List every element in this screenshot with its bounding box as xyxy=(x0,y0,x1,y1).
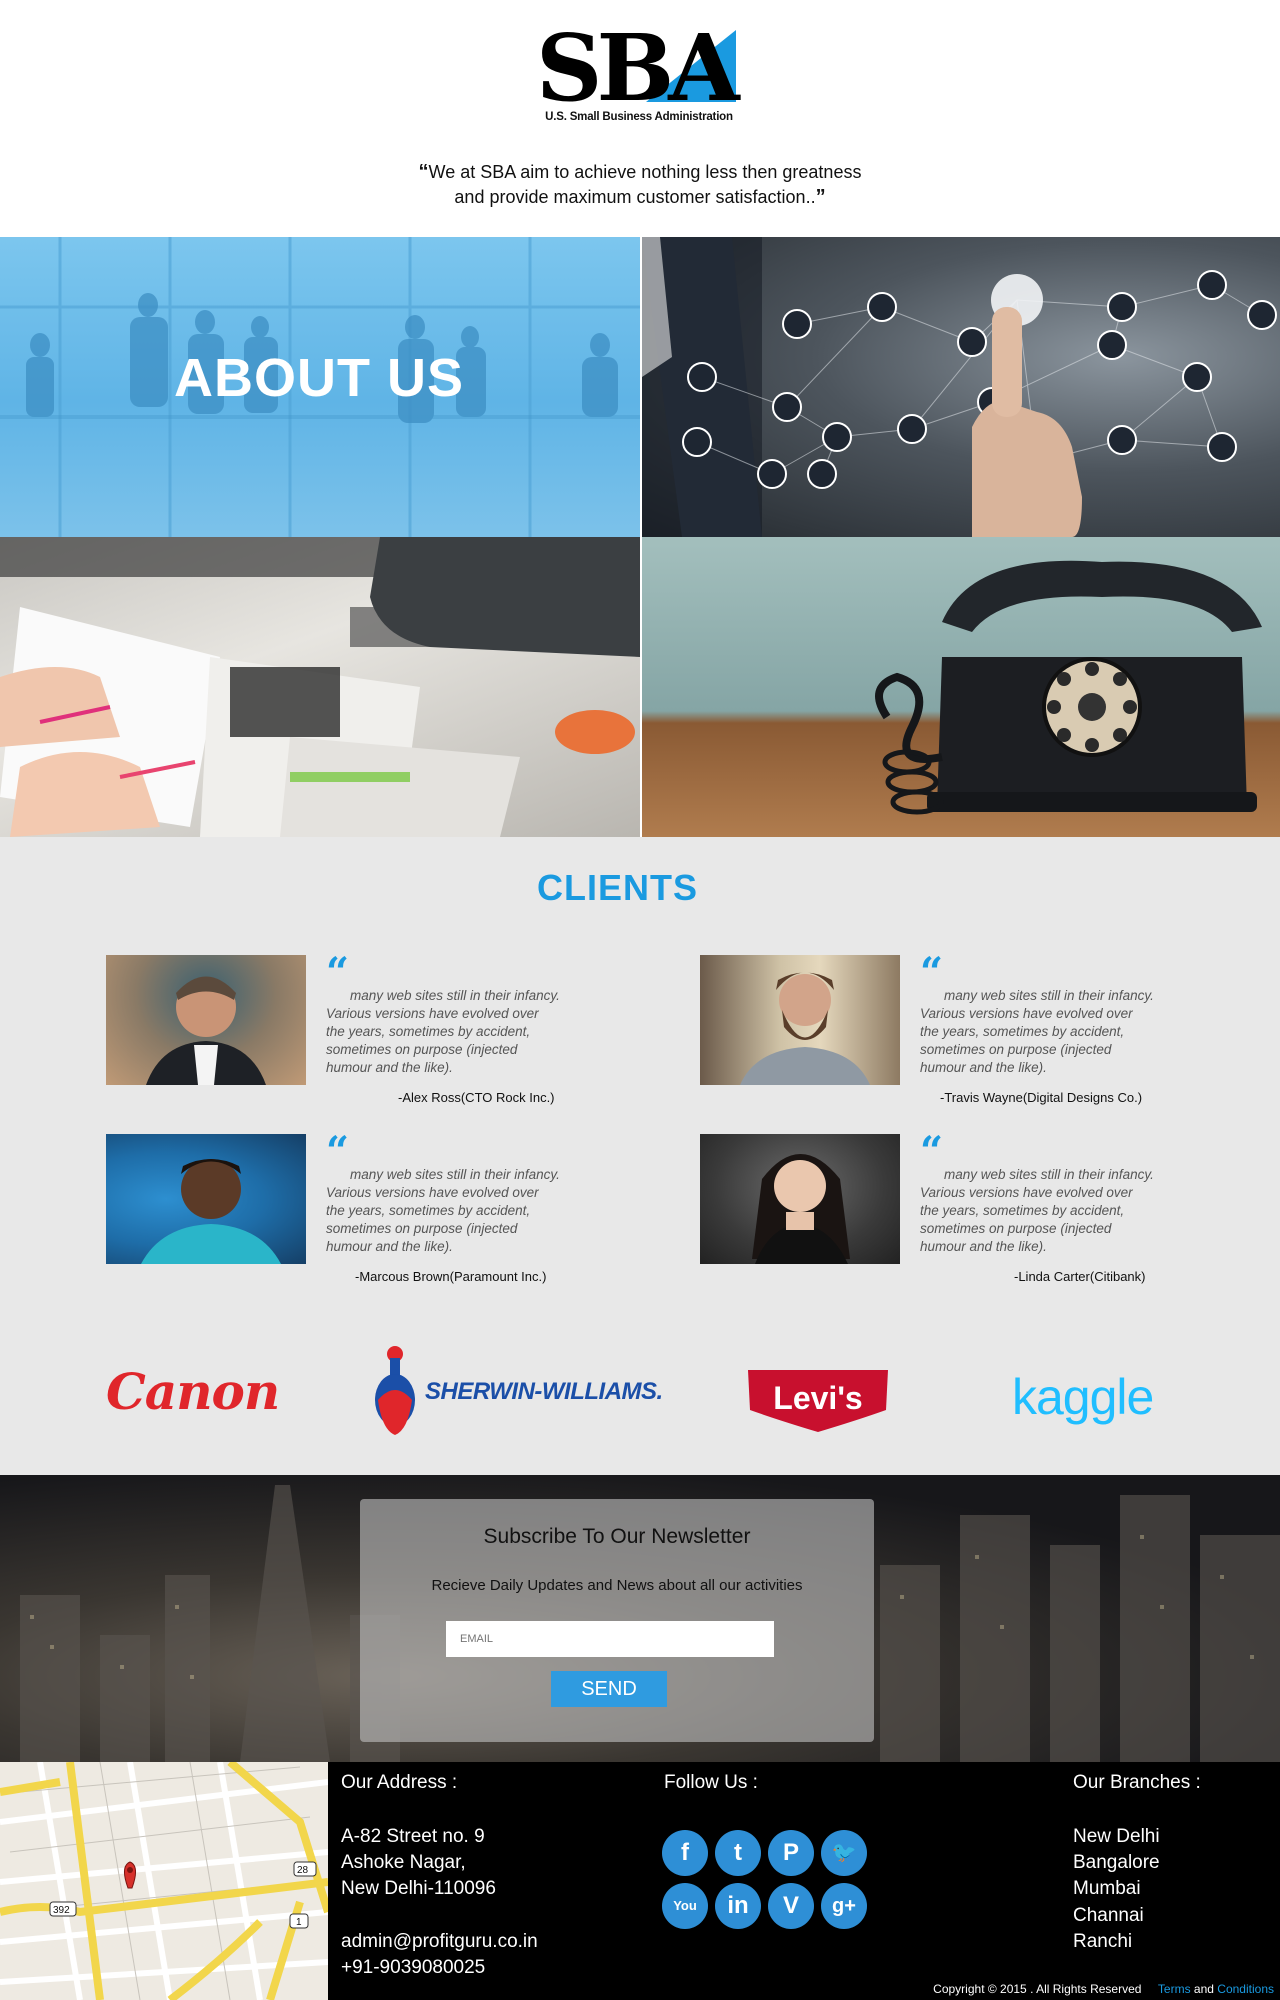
branch-item: New Delhi xyxy=(1073,1826,1160,1847)
testimonial-card: “ many web sites still in their infancy.… xyxy=(700,1132,1200,1284)
telephone-graphic xyxy=(875,560,1262,815)
sba-logo[interactable]: SBA U.S. Small Business Administration xyxy=(536,22,742,134)
client-photo-travis-wayne xyxy=(700,955,900,1085)
client-photo-alex-ross xyxy=(106,955,306,1085)
branch-item: Mumbai xyxy=(1073,1878,1141,1899)
address-line: New Delhi-110096 xyxy=(341,1878,496,1899)
newsletter-section: Subscribe To Our Newsletter Recieve Dail… xyxy=(0,1475,1280,1762)
contact-phone: +91-9039080025 xyxy=(341,1957,486,1978)
branch-item: Channai xyxy=(1073,1905,1144,1926)
sherwin-williams-wordmark: SHERWIN-WILLIAMS. xyxy=(425,1378,663,1405)
logo-subtitle: U.S. Small Business Administration xyxy=(545,111,733,123)
client-photo-linda-carter xyxy=(700,1134,900,1264)
sherwin-williams-logo[interactable]: SHERWIN-WILLIAMS. xyxy=(370,1340,663,1440)
pinterest-icon[interactable]: P xyxy=(768,1830,814,1876)
site-footer: 392 28 1 Our Address : A-82 Street no. 9… xyxy=(0,1762,1280,2000)
svg-text:SBA: SBA xyxy=(536,22,741,112)
terms-link[interactable]: Terms xyxy=(1158,1982,1191,1996)
testimonial-text: many web sites still in their infancy. V… xyxy=(920,988,1154,1075)
contact-email-link[interactable]: admin@profitguru.co.in xyxy=(341,1929,538,1955)
map-label: 28 xyxy=(297,1865,309,1876)
testimonial-card: “ many web sites still in their infancy.… xyxy=(106,953,606,1105)
site-header: SBA U.S. Small Business Administration “… xyxy=(0,0,1280,237)
testimonial-text: many web sites still in their infancy. V… xyxy=(326,988,560,1075)
testimonial-author: -Marcous Brown(Paramount Inc.) xyxy=(355,1269,547,1284)
address-line: Ashoke Nagar, xyxy=(341,1852,466,1873)
kaggle-logo[interactable]: kaggle xyxy=(1012,1368,1154,1426)
map-label: 1 xyxy=(296,1917,302,1928)
testimonial-card: “ many web sites still in their infancy.… xyxy=(700,953,1200,1105)
testimonial-text: many web sites still in their infancy. V… xyxy=(920,1167,1154,1254)
copyright-bar: Copyright © 2015 . All Rights Reserved T… xyxy=(933,1982,1274,1996)
about-us-title: ABOUT US xyxy=(174,348,464,408)
map-pin-icon xyxy=(124,1861,136,1889)
branch-item: Ranchi xyxy=(1073,1931,1133,1952)
street-map-graphic: 392 28 1 xyxy=(0,1762,328,2000)
newsletter-subtitle: Recieve Daily Updates and News about all… xyxy=(431,1577,803,1594)
address-line: A-82 Street no. 9 xyxy=(341,1826,485,1847)
email-input[interactable] xyxy=(446,1621,774,1657)
papers-graphic xyxy=(0,537,640,837)
facebook-icon[interactable]: f xyxy=(662,1830,708,1876)
testimonial-author: -Alex Ross(CTO Rock Inc.) xyxy=(398,1090,555,1105)
send-button[interactable]: SEND xyxy=(551,1671,667,1707)
meeting-papers-image xyxy=(0,537,640,837)
branch-item: Bangalore xyxy=(1073,1852,1160,1873)
sba-logo-mark: SBA xyxy=(536,22,742,112)
canon-logo[interactable]: Canon xyxy=(106,1362,280,1421)
vimeo-icon[interactable]: V xyxy=(768,1883,814,1929)
network-icons-graphic xyxy=(642,237,1277,537)
retro-telephone-image xyxy=(642,537,1280,837)
map-label: 392 xyxy=(53,1905,70,1916)
newsletter-title: Subscribe To Our Newsletter xyxy=(483,1525,751,1548)
address-heading: Our Address : xyxy=(341,1772,458,1793)
and-text: and xyxy=(1193,1982,1214,1996)
tagline-line-2: and provide maximum customer satisfactio… xyxy=(454,187,816,207)
levis-wordmark: Levi's xyxy=(773,1380,863,1416)
youtube-icon[interactable]: You xyxy=(662,1883,708,1929)
network-touch-image xyxy=(642,237,1280,537)
linkedin-icon[interactable]: in xyxy=(715,1883,761,1929)
levis-logo[interactable]: Levi's xyxy=(748,1370,888,1432)
close-quote-icon: ” xyxy=(815,186,826,208)
testimonial-card: “ many web sites still in their infancy.… xyxy=(106,1132,606,1284)
conditions-link[interactable]: Conditions xyxy=(1217,1982,1274,1996)
follow-heading: Follow Us : xyxy=(664,1772,758,1793)
testimonial-author: -Travis Wayne(Digital Designs Co.) xyxy=(940,1090,1143,1105)
testimonial-text: many web sites still in their infancy. V… xyxy=(326,1167,560,1254)
open-quote-icon: “ xyxy=(418,161,429,183)
twitter-icon[interactable]: 🐦 xyxy=(821,1830,867,1876)
copyright-text: Copyright © 2015 . All Rights Reserved xyxy=(933,1982,1142,1996)
tagline: “We at SBA aim to achieve nothing less t… xyxy=(380,160,900,210)
testimonial-author: -Linda Carter(Citibank) xyxy=(1014,1269,1146,1284)
about-us-banner[interactable]: ABOUT US xyxy=(0,237,640,537)
tumblr-icon[interactable]: t xyxy=(715,1830,761,1876)
paint-can-icon xyxy=(375,1346,415,1435)
client-photo-marcous-brown xyxy=(106,1134,306,1264)
clients-title: CLIENTS xyxy=(536,867,698,908)
location-map[interactable]: 392 28 1 xyxy=(0,1762,328,2000)
tagline-line-1: We at SBA aim to achieve nothing less th… xyxy=(428,162,862,182)
newsletter-box: Subscribe To Our Newsletter Recieve Dail… xyxy=(360,1499,874,1742)
branches-heading: Our Branches : xyxy=(1073,1772,1201,1793)
google-plus-icon[interactable]: g+ xyxy=(821,1883,867,1929)
